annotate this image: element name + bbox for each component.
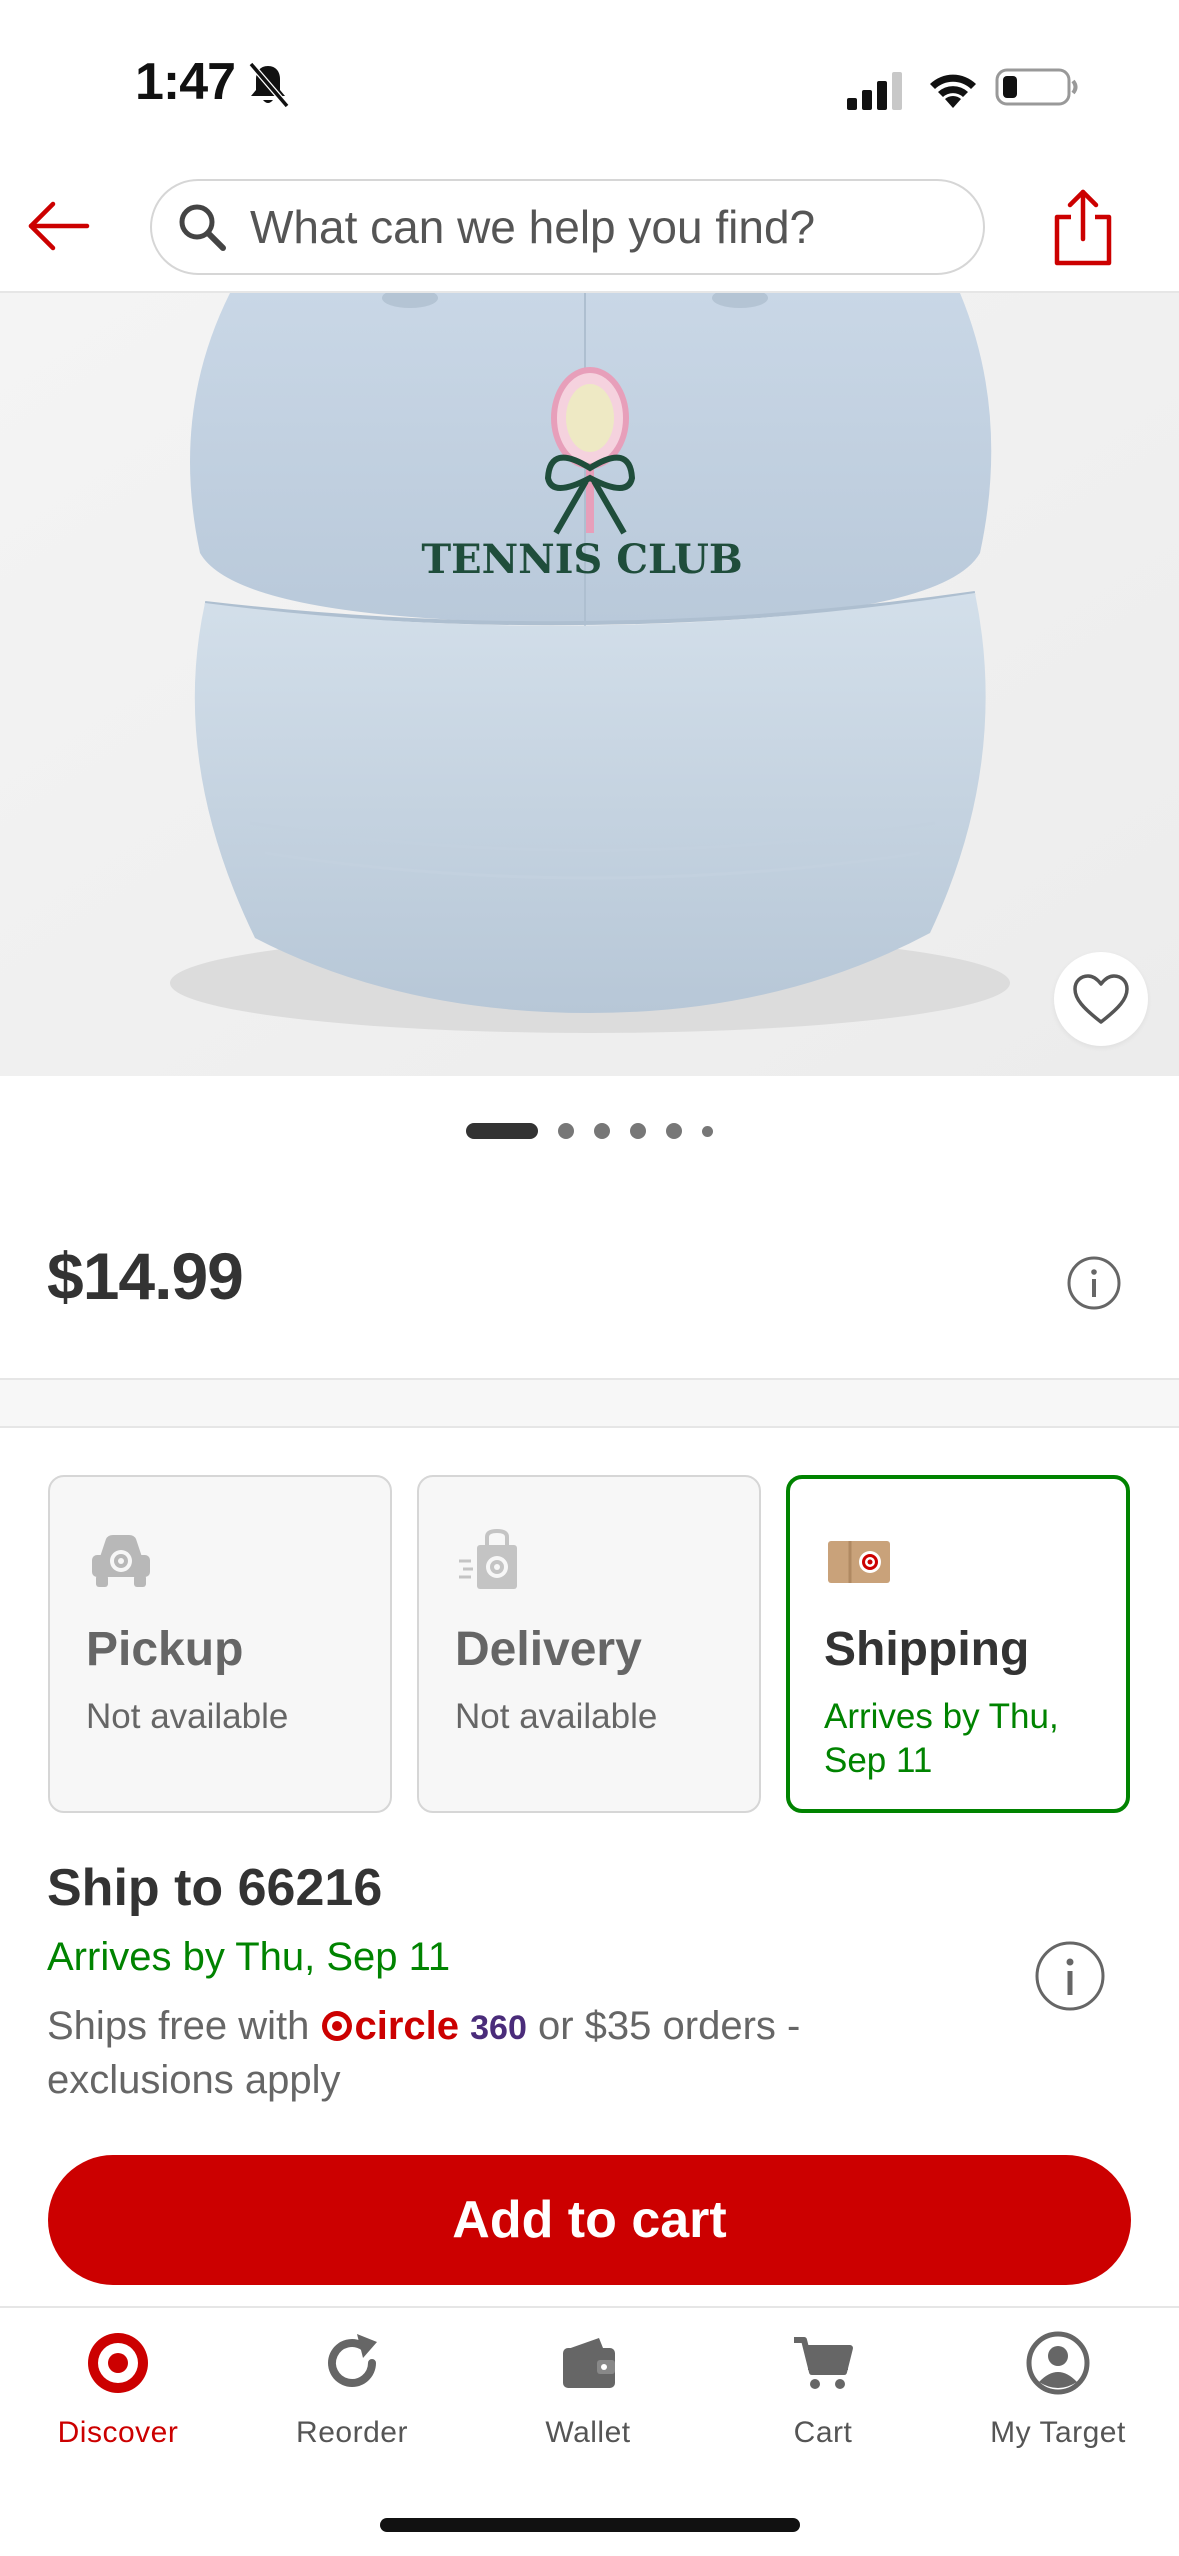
account-icon (1026, 2331, 1090, 2395)
shipping-info-icon[interactable] (1034, 1940, 1106, 2012)
fulfillment-status: Not available (455, 1697, 658, 1736)
wallet-icon (563, 2338, 615, 2388)
image-carousel-dots (0, 1120, 1179, 1142)
fulfillment-option-delivery[interactable]: Delivery Not available (417, 1475, 761, 1813)
target-bullseye-icon (88, 2333, 148, 2393)
tab-wallet[interactable]: Wallet (478, 2328, 698, 2468)
cap-text: TENNIS CLUB (421, 536, 742, 583)
delivery-bag-icon (459, 1528, 517, 1589)
tab-cart[interactable]: Cart (713, 2328, 933, 2468)
cap-illustration: TENNIS CLUB (0, 293, 1179, 1076)
carousel-dot[interactable] (666, 1123, 682, 1139)
shipping-note-prefix: Ships free with (47, 2004, 310, 2048)
favorite-button[interactable] (1054, 952, 1148, 1046)
shipping-note: Ships free with circle 360 or $35 orders… (47, 2000, 947, 2106)
wifi-icon (930, 74, 976, 108)
tab-reorder[interactable]: Reorder (242, 2328, 462, 2468)
fulfillment-title: Delivery (455, 1623, 642, 1676)
pickup-car-icon (92, 1535, 150, 1587)
circle-360-logo: circle 360 (320, 2004, 527, 2048)
carousel-dot-active[interactable] (466, 1123, 538, 1139)
carousel-dot[interactable] (558, 1123, 574, 1139)
cellular-signal-icon (847, 72, 902, 110)
circle-360-text: 360 (470, 2009, 527, 2047)
search-bar[interactable] (150, 179, 985, 275)
fulfillment-title: Shipping (824, 1623, 1030, 1676)
tab-discover[interactable]: Discover (8, 2328, 228, 2468)
heart-icon (1073, 974, 1129, 1024)
fulfillment-status: Arrives by Thu, Sep 11 (824, 1697, 1059, 1780)
search-icon (179, 204, 226, 251)
share-icon (1054, 189, 1112, 266)
search-input[interactable] (250, 200, 930, 254)
arrow-left-icon (28, 201, 90, 251)
fulfillment-option-shipping[interactable]: Shipping Arrives by Thu, Sep 11 (786, 1475, 1130, 1813)
tab-label: My Target (990, 2416, 1126, 2449)
price-info-icon[interactable] (1066, 1255, 1122, 1311)
carousel-dot[interactable] (594, 1123, 610, 1139)
tab-label: Wallet (545, 2416, 631, 2449)
top-nav (0, 160, 1179, 293)
add-to-cart-button[interactable]: Add to cart (48, 2155, 1131, 2285)
tab-label: Discover (57, 2416, 179, 2449)
shipping-box-icon (828, 1541, 890, 1583)
section-divider (0, 1378, 1179, 1428)
status-time: 1:47 (135, 53, 236, 111)
home-indicator[interactable] (380, 2518, 800, 2532)
ship-to-zip[interactable]: Ship to 66216 (47, 1858, 382, 1918)
tab-my-target[interactable]: My Target (948, 2328, 1168, 2468)
status-bar: 1:47 (0, 0, 1179, 160)
arrival-date: Arrives by Thu, Sep 11 (47, 1935, 451, 1979)
battery-icon (995, 68, 1078, 106)
reorder-refresh-icon (328, 2334, 377, 2387)
back-button[interactable] (22, 196, 94, 256)
bullseye-icon (322, 2011, 353, 2041)
share-button[interactable] (1048, 182, 1118, 272)
fulfillment-status: Not available (86, 1697, 289, 1736)
cart-icon (794, 2337, 853, 2389)
product-image[interactable]: TENNIS CLUB (0, 293, 1179, 1076)
tab-label: Reorder (296, 2416, 408, 2449)
tab-label: Cart (793, 2416, 853, 2449)
fulfillment-title: Pickup (86, 1623, 244, 1676)
product-price: $14.99 (47, 1239, 244, 1313)
circle-brand-text: circle (354, 2004, 459, 2048)
fulfillment-option-pickup[interactable]: Pickup Not available (48, 1475, 392, 1813)
carousel-dot[interactable] (702, 1125, 713, 1137)
bell-muted-icon (248, 62, 290, 108)
carousel-dot[interactable] (630, 1123, 646, 1139)
